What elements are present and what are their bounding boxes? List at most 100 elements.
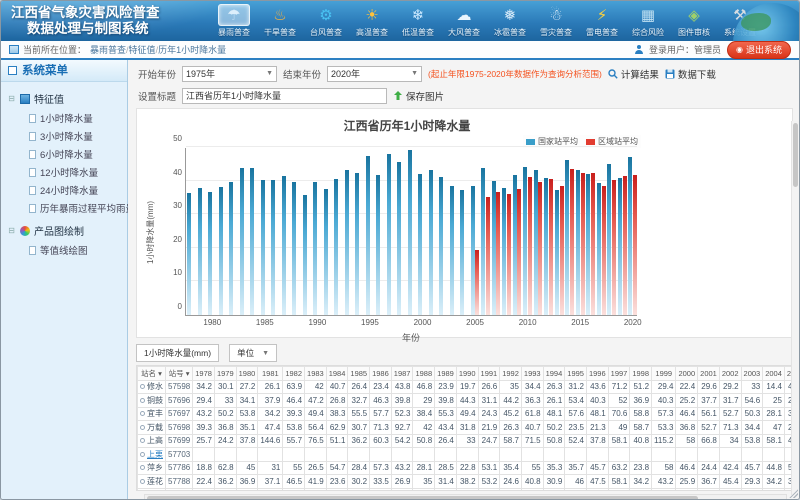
- tree-item-历年暴雨过程平均雨量[interactable]: 历年暴雨过程平均雨量: [29, 199, 123, 217]
- table-year-header-1999[interactable]: 1999: [652, 367, 676, 381]
- table-year-header-1980[interactable]: 1980: [236, 367, 258, 381]
- download-button[interactable]: 数据下载: [665, 67, 716, 81]
- table-year-header-1989[interactable]: 1989: [435, 367, 457, 381]
- unit-select[interactable]: 单位 ▼: [229, 344, 277, 362]
- nav-item-map-review[interactable]: ◈图件审核: [672, 4, 716, 41]
- nav-item-lightning[interactable]: ⚡雷电普查: [580, 4, 624, 41]
- radio-icon[interactable]: [140, 398, 145, 403]
- vertical-scrollbar[interactable]: [791, 121, 799, 495]
- tree-item-等值线绘图[interactable]: 等值线绘图: [29, 241, 123, 259]
- table-header-row: 站名 ▾站号 ▾19781979198019811982198319841985…: [138, 367, 794, 381]
- tree-group-features[interactable]: ⊟特征值: [5, 89, 123, 108]
- table-year-header-2004[interactable]: 2004: [763, 367, 785, 381]
- table-year-header-1984[interactable]: 1984: [326, 367, 348, 381]
- tree-item-12小时降水量[interactable]: 12小时降水量: [29, 163, 123, 181]
- radio-icon[interactable]: [140, 425, 145, 430]
- radio-icon[interactable]: [140, 411, 145, 416]
- x-tick-label: 1990: [308, 318, 326, 327]
- nav-item-snow-disaster[interactable]: ☃雪灾普查: [534, 4, 578, 41]
- table-year-header-2003[interactable]: 2003: [741, 367, 763, 381]
- nav-item-low-temperature[interactable]: ❄低温普查: [396, 4, 440, 41]
- value-cell: 36.9: [236, 475, 258, 489]
- window-resize-grip[interactable]: [789, 489, 798, 498]
- logout-button[interactable]: ◉ 退出系统: [727, 41, 791, 59]
- table-year-header-1988[interactable]: 1988: [413, 367, 435, 381]
- palette-icon: [20, 226, 30, 236]
- table-col-id-header[interactable]: 站号 ▾: [166, 367, 193, 381]
- tree-item-24小时降水量[interactable]: 24小时降水量: [29, 181, 123, 199]
- nav-item-drought[interactable]: ♨干旱普查: [258, 4, 302, 41]
- radio-icon[interactable]: [140, 479, 145, 484]
- value-cell: 36.2: [348, 434, 370, 448]
- table-year-header-2001[interactable]: 2001: [698, 367, 720, 381]
- expander-icon[interactable]: ⊟: [7, 226, 16, 235]
- calculate-button[interactable]: 计算结果: [608, 67, 659, 81]
- chart-title-input[interactable]: [182, 88, 387, 104]
- tree-item-1小时降水量[interactable]: 1小时降水量: [29, 109, 123, 127]
- station-name-cell[interactable]: 上高: [138, 434, 166, 448]
- bar-区域站平均-2015: [581, 173, 585, 315]
- station-name-cell[interactable]: 宜春: [138, 488, 166, 491]
- table-year-header-1982[interactable]: 1982: [283, 367, 305, 381]
- station-name-cell[interactable]: 铜鼓: [138, 394, 166, 408]
- station-name-cell[interactable]: 万载: [138, 421, 166, 435]
- end-year-select[interactable]: 2020年 ▼: [327, 66, 422, 82]
- nav-item-rainstorm[interactable]: ☂暴雨普查: [212, 4, 256, 41]
- table-year-header-1997[interactable]: 1997: [608, 367, 630, 381]
- radio-icon[interactable]: [140, 438, 145, 443]
- value-cell: 31.1: [478, 394, 500, 408]
- station-name-cell[interactable]: 宜丰: [138, 407, 166, 421]
- table-year-header-2002[interactable]: 2002: [719, 367, 741, 381]
- table-year-header-1994[interactable]: 1994: [543, 367, 565, 381]
- value-cell: 42.4: [521, 488, 543, 491]
- document-icon: [29, 168, 36, 177]
- table-year-header-1998[interactable]: 1998: [630, 367, 652, 381]
- table-col-station-header[interactable]: 站名 ▾: [138, 367, 166, 381]
- table-year-header-1995[interactable]: 1995: [565, 367, 587, 381]
- horizontal-scrollbar-thumb[interactable]: [147, 496, 698, 499]
- radio-icon[interactable]: [140, 384, 145, 389]
- radio-icon[interactable]: [140, 452, 145, 457]
- table-year-header-1981[interactable]: 1981: [258, 367, 283, 381]
- vertical-scrollbar-thumb[interactable]: [793, 123, 798, 187]
- legend-swatch: [586, 139, 595, 145]
- station-name-cell[interactable]: 修水: [138, 380, 166, 394]
- nav-item-high-temperature[interactable]: ☀高温普查: [350, 4, 394, 41]
- nav-item-typhoon[interactable]: ⚙台风普查: [304, 4, 348, 41]
- bar-国家站平均-2012: [544, 178, 548, 315]
- value-cell: [630, 448, 652, 462]
- table-year-header-1990[interactable]: 1990: [456, 367, 478, 381]
- breadcrumb-item[interactable]: 暴雨普查: [90, 45, 126, 55]
- station-name-cell[interactable]: 莲花: [138, 475, 166, 489]
- value-cell: 40.3: [652, 394, 676, 408]
- expander-icon[interactable]: ⊟: [7, 94, 16, 103]
- nav-item-composite-risk[interactable]: ▦综合风险: [626, 4, 670, 41]
- nav-item-hail[interactable]: ❅冰雹普查: [488, 4, 532, 41]
- table-year-header-2000[interactable]: 2000: [676, 367, 698, 381]
- table-year-header-1991[interactable]: 1991: [478, 367, 500, 381]
- station-table-wrap[interactable]: 站名 ▾站号 ▾19781979198019811982198319841985…: [136, 365, 793, 491]
- radio-icon[interactable]: [140, 465, 145, 470]
- breadcrumb-item[interactable]: 特征值: [129, 45, 156, 55]
- table-year-header-1985[interactable]: 1985: [348, 367, 370, 381]
- table-year-header-1996[interactable]: 1996: [586, 367, 608, 381]
- table-year-header-1979[interactable]: 1979: [214, 367, 236, 381]
- station-name-cell[interactable]: 上栗: [138, 448, 166, 462]
- save-image-button[interactable]: 保存图片: [393, 89, 444, 103]
- table-tab-1h-precip[interactable]: 1小时降水量(mm): [136, 344, 219, 362]
- tree-item-6小时降水量[interactable]: 6小时降水量: [29, 145, 123, 163]
- table-year-header-1992[interactable]: 1992: [500, 367, 522, 381]
- app-title: 江西省气象灾害风险普查 数据处理与制图系统: [1, 1, 206, 41]
- table-year-header-1983[interactable]: 1983: [305, 367, 327, 381]
- tree-group-products[interactable]: ⊟产品图绘制: [5, 221, 123, 240]
- table-year-header-1993[interactable]: 1993: [521, 367, 543, 381]
- station-name-cell[interactable]: 萍乡: [138, 461, 166, 475]
- breadcrumb-item[interactable]: 历年1小时降水量: [158, 45, 226, 55]
- tree-item-3小时降水量[interactable]: 3小时降水量: [29, 127, 123, 145]
- table-year-header-1978[interactable]: 1978: [193, 367, 215, 381]
- nav-item-gale[interactable]: ☁大风普查: [442, 4, 486, 41]
- table-year-header-1986[interactable]: 1986: [370, 367, 392, 381]
- start-year-select[interactable]: 1975年 ▼: [182, 66, 277, 82]
- horizontal-scrollbar[interactable]: [144, 494, 787, 499]
- table-year-header-1987[interactable]: 1987: [391, 367, 413, 381]
